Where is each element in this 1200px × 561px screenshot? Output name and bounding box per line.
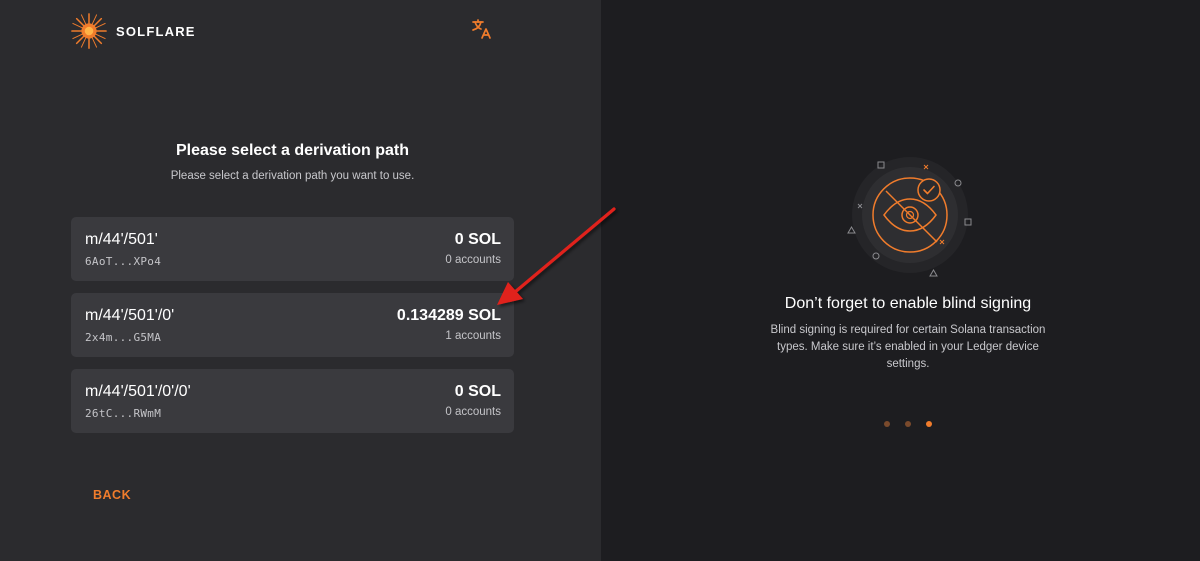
page-subtitle: Please select a derivation path you want…	[170, 170, 415, 182]
carousel-dots	[884, 421, 932, 427]
carousel-dot[interactable]	[884, 421, 890, 427]
accounts-count: 0 accounts	[445, 254, 501, 266]
translate-icon[interactable]	[470, 17, 494, 41]
wallet-address: 26tC...RWmM	[85, 407, 162, 420]
derivation-path: m/44'/501'/0'/0'	[85, 383, 191, 400]
derivation-path-option[interactable]: m/44'/501' 6AoT...XPo4 0 SOL 0 accounts	[71, 217, 514, 281]
solflare-sun-icon	[71, 13, 107, 49]
page-title: Please select a derivation path	[176, 142, 409, 159]
derivation-path: m/44'/501'/0'	[85, 307, 175, 324]
accounts-count: 0 accounts	[445, 406, 501, 418]
app-name: SOLFLARE	[116, 23, 196, 39]
balance: 0.134289 SOL	[396, 307, 501, 324]
back-button[interactable]: BACK	[93, 488, 131, 502]
blind-signing-eye-icon	[847, 157, 972, 277]
wallet-address: 6AoT...XPo4	[85, 255, 162, 268]
derivation-path: m/44'/501'	[85, 231, 158, 248]
carousel-dot-active[interactable]	[926, 421, 932, 427]
left-panel: SOLFLARE Please select a derivation path…	[0, 0, 601, 561]
balance: 0 SOL	[454, 383, 501, 400]
right-panel	[601, 0, 1200, 561]
info-title: Don’t forget to enable blind signing	[784, 295, 1032, 312]
accounts-count: 1 accounts	[445, 330, 501, 342]
carousel-dot[interactable]	[905, 421, 911, 427]
balance: 0 SOL	[454, 231, 501, 248]
info-text: Blind signing is required for certain So…	[770, 324, 1046, 370]
wallet-address: 2x4m...G5MA	[85, 331, 162, 344]
derivation-path-option[interactable]: m/44'/501'/0'/0' 26tC...RWmM 0 SOL 0 acc…	[71, 369, 514, 433]
derivation-path-option[interactable]: m/44'/501'/0' 2x4m...G5MA 0.134289 SOL 1…	[71, 293, 514, 357]
solflare-logo: SOLFLARE	[70, 12, 196, 50]
